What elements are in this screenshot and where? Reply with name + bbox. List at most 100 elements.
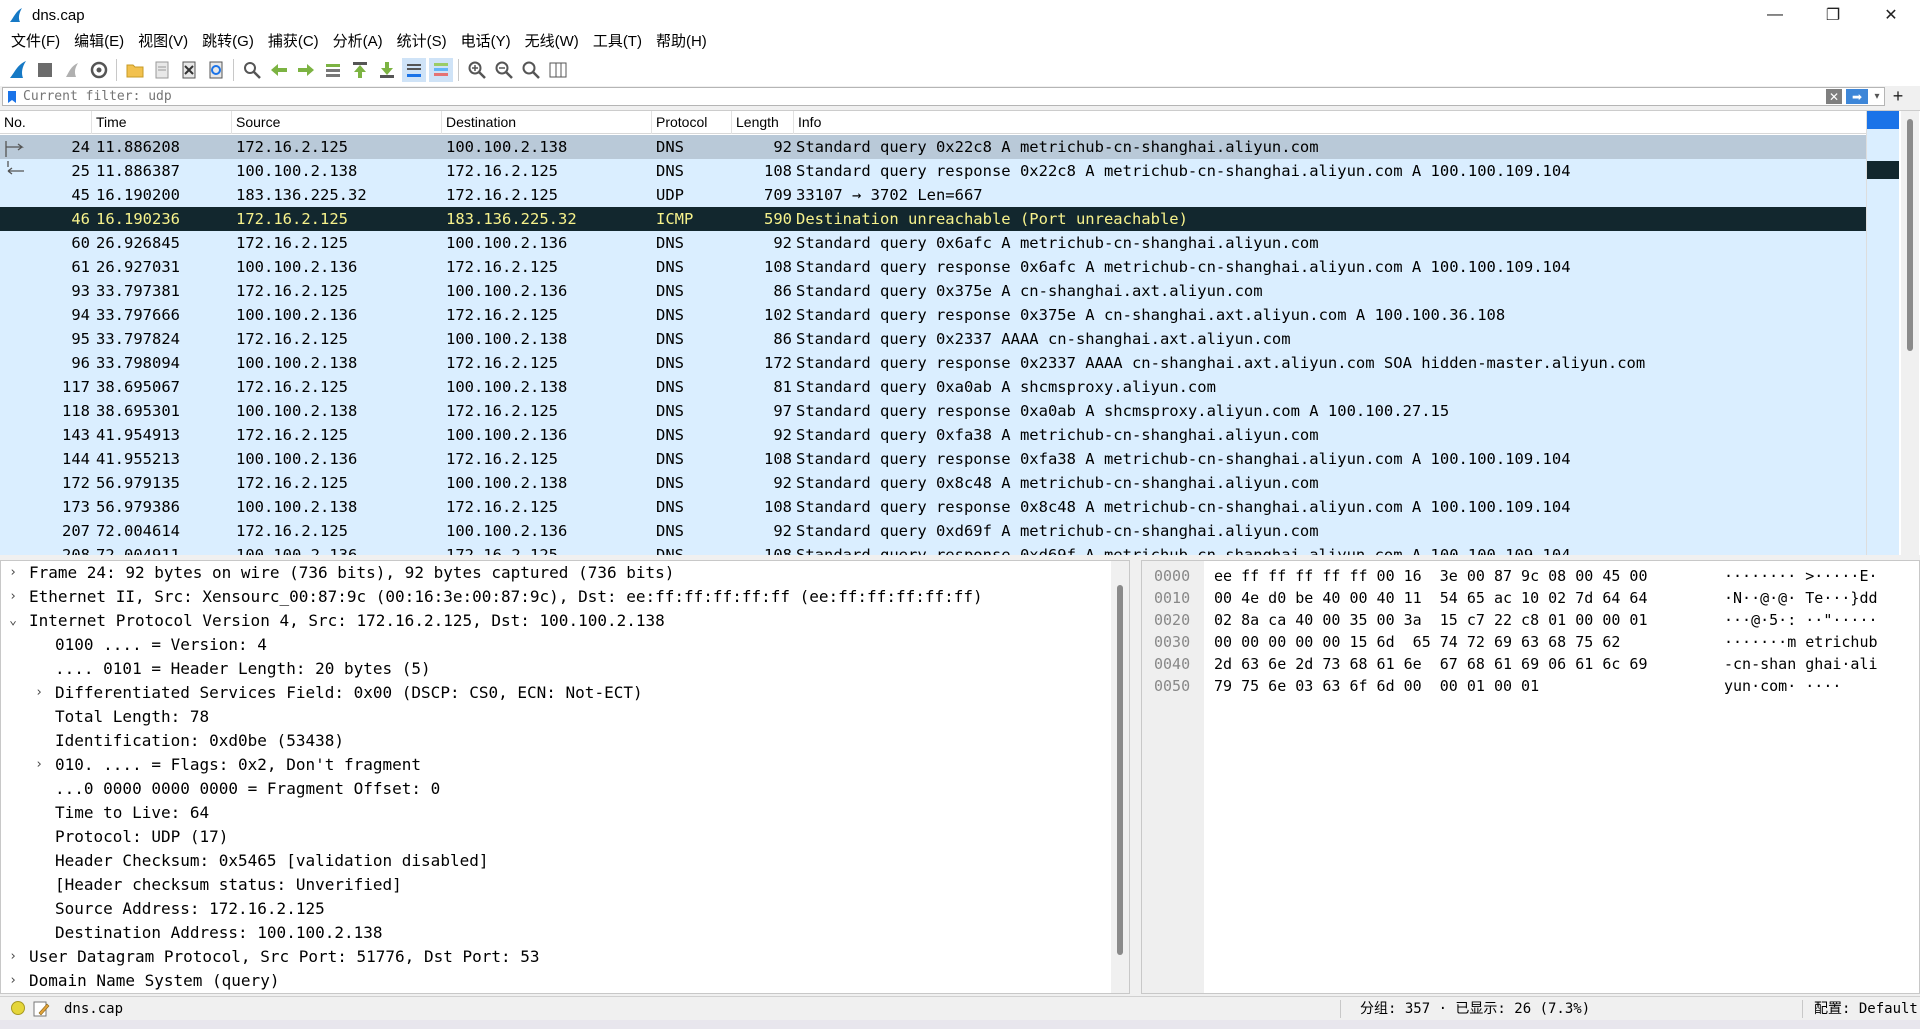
hex-ascii[interactable]: -cn-shan ghai·ali: [1724, 653, 1878, 675]
menu-statistics[interactable]: 统计(S): [390, 30, 454, 54]
tree-item[interactable]: › Frame 24: 92 bytes on wire (736 bits), …: [1, 561, 1129, 585]
expanded-chevron-icon[interactable]: ⌄: [5, 609, 21, 633]
tree-item[interactable]: › Ethernet II, Src: Xensourc_00:87:9c (00…: [1, 585, 1129, 609]
packet-row[interactable]: 172 56.979135 172.16.2.125 100.100.2.138 DNS…: [0, 471, 1866, 495]
details-vscroll[interactable]: [1111, 561, 1129, 993]
collapsed-chevron-icon[interactable]: ›: [5, 585, 21, 609]
packet-list-scrollbar[interactable]: [1866, 111, 1920, 555]
reload-icon[interactable]: [204, 58, 228, 82]
shark-fin-start-icon[interactable]: [6, 58, 30, 82]
resize-columns-icon[interactable]: [546, 58, 570, 82]
hex-ascii[interactable]: ········ >·····E·: [1724, 565, 1878, 587]
packet-row[interactable]: 144 41.955213 100.100.2.136 172.16.2.125 DNS…: [0, 447, 1866, 471]
back-icon[interactable]: [267, 58, 291, 82]
tree-item[interactable]: › User Datagram Protocol, Src Port: 51776…: [1, 945, 1129, 969]
hex-bytes[interactable]: 00 4e d0 be 40 00 40 11 54 65 ac 10 02 7…: [1214, 587, 1647, 609]
collapsed-chevron-icon[interactable]: ›: [31, 753, 47, 777]
zoom-out-icon[interactable]: [492, 58, 516, 82]
tree-item[interactable]: › Differentiated Services Field: 0x00 (DS…: [1, 681, 1129, 705]
menu-view[interactable]: 视图(V): [131, 30, 195, 54]
packet-list-vscroll[interactable]: [1901, 111, 1919, 555]
normal-size-icon[interactable]: [519, 58, 543, 82]
column-header-destination[interactable]: Destination: [442, 111, 652, 134]
hex-ascii[interactable]: ·N··@·@· Te···}dd: [1724, 587, 1878, 609]
packet-row[interactable]: 207 72.004614 172.16.2.125 100.100.2.136 DNS…: [0, 519, 1866, 543]
packet-row[interactable]: 60 26.926845 172.16.2.125 100.100.2.136 DNS 9…: [0, 231, 1866, 255]
tree-item[interactable]: Identification: 0xd0be (53438): [1, 729, 1129, 753]
tree-item[interactable]: Source Address: 172.16.2.125: [1, 897, 1129, 921]
stop-icon[interactable]: [33, 58, 57, 82]
restart-icon[interactable]: [60, 58, 84, 82]
tree-item[interactable]: ⌄ Internet Protocol Version 4, Src: 172.1…: [1, 609, 1129, 633]
minimize-button[interactable]: —: [1746, 0, 1804, 30]
scroll-thumb[interactable]: [1907, 119, 1913, 351]
forward-icon[interactable]: [294, 58, 318, 82]
hex-bytes[interactable]: 2d 63 6e 2d 73 68 61 6e 67 68 61 69 06 6…: [1214, 653, 1647, 675]
hex-ascii[interactable]: yun·com· ····: [1724, 675, 1841, 697]
last-packet-icon[interactable]: [375, 58, 399, 82]
tree-item[interactable]: Time to Live: 64: [1, 801, 1129, 825]
open-folder-icon[interactable]: [123, 58, 147, 82]
packet-row[interactable]: 143 41.954913 172.16.2.125 100.100.2.136 DNS…: [0, 423, 1866, 447]
bookmark-icon[interactable]: [5, 88, 19, 105]
hex-bytes[interactable]: 79 75 6e 03 63 6f 6d 00 00 01 00 01: [1214, 675, 1539, 697]
find-icon[interactable]: [240, 58, 264, 82]
restore-button[interactable]: ❐: [1804, 0, 1862, 30]
packet-row[interactable]: 95 33.797824 172.16.2.125 100.100.2.138 DNS 8…: [0, 327, 1866, 351]
collapsed-chevron-icon[interactable]: ›: [5, 945, 21, 969]
packet-row[interactable]: 173 56.979386 100.100.2.138 172.16.2.125 DNS…: [0, 495, 1866, 519]
tree-item[interactable]: › Domain Name System (query): [1, 969, 1129, 993]
clear-filter-button[interactable]: ✕: [1826, 89, 1842, 104]
hex-ascii[interactable]: ·······m etrichub: [1724, 631, 1878, 653]
column-header-time[interactable]: Time: [92, 111, 232, 134]
capture-options-icon[interactable]: [87, 58, 111, 82]
menu-analyze[interactable]: 分析(A): [326, 30, 390, 54]
filter-history-dropdown[interactable]: ▾: [1870, 89, 1884, 104]
packet-row[interactable]: 24 11.886208 172.16.2.125 100.100.2.138 DNS 9…: [0, 135, 1866, 159]
close-window-button[interactable]: ✕: [1862, 0, 1920, 30]
hex-bytes[interactable]: ee ff ff ff ff ff 00 16 3e 00 87 9c 08 0…: [1214, 565, 1647, 587]
packet-row[interactable]: 45 16.190200 183.136.225.32 172.16.2.125 UDP…: [0, 183, 1866, 207]
tree-item[interactable]: › 010. .... = Flags: 0x2, Don't fragment: [1, 753, 1129, 777]
menu-capture[interactable]: 捕获(C): [261, 30, 326, 54]
zoom-in-icon[interactable]: [465, 58, 489, 82]
column-header-no[interactable]: No.: [0, 111, 92, 134]
collapsed-chevron-icon[interactable]: ›: [31, 681, 47, 705]
menu-wireless[interactable]: 无线(W): [518, 30, 586, 54]
scroll-thumb[interactable]: [1117, 585, 1123, 955]
apply-filter-button[interactable]: ➡: [1846, 89, 1868, 104]
menu-tools[interactable]: 工具(T): [586, 30, 649, 54]
goto-packet-icon[interactable]: [321, 58, 345, 82]
capture-comment-icon[interactable]: [32, 1000, 50, 1018]
tree-item[interactable]: .... 0101 = Header Length: 20 bytes (5): [1, 657, 1129, 681]
column-header-length[interactable]: Length: [732, 111, 794, 134]
tree-item[interactable]: Protocol: UDP (17): [1, 825, 1129, 849]
packet-row[interactable]: 94 33.797666 100.100.2.136 172.16.2.125 DNS 1…: [0, 303, 1866, 327]
colorize-icon[interactable]: [428, 58, 453, 82]
packet-row[interactable]: 61 26.927031 100.100.2.136 172.16.2.125 DNS 1…: [0, 255, 1866, 279]
tree-item[interactable]: [Header checksum status: Unverified]: [1, 873, 1129, 897]
tree-item[interactable]: Total Length: 78: [1, 705, 1129, 729]
add-filter-button-icon[interactable]: +: [1888, 86, 1908, 106]
column-header-info[interactable]: Info: [794, 111, 1866, 134]
packet-minimap[interactable]: [1867, 111, 1899, 555]
collapsed-chevron-icon[interactable]: ›: [5, 969, 21, 993]
menu-file[interactable]: 文件(F): [4, 30, 67, 54]
packet-row[interactable]: 25 11.886387 100.100.2.138 172.16.2.125 DNS 1…: [0, 159, 1866, 183]
packet-row[interactable]: 117 38.695067 172.16.2.125 100.100.2.138 DNS…: [0, 375, 1866, 399]
save-icon[interactable]: [150, 58, 174, 82]
tree-item[interactable]: Header Checksum: 0x5465 [validation disa…: [1, 849, 1129, 873]
menu-go[interactable]: 跳转(G): [195, 30, 261, 54]
first-packet-icon[interactable]: [348, 58, 372, 82]
menu-telephony[interactable]: 电话(Y): [454, 30, 518, 54]
packet-row[interactable]: 46 16.190236 172.16.2.125 183.136.225.32 ICM…: [0, 207, 1866, 231]
expert-info-led-icon[interactable]: [11, 1001, 25, 1015]
tree-item[interactable]: 0100 .... = Version: 4: [1, 633, 1129, 657]
hex-bytes[interactable]: 02 8a ca 40 00 35 00 3a 15 c7 22 c8 01 0…: [1214, 609, 1647, 631]
tree-item[interactable]: Destination Address: 100.100.2.138: [1, 921, 1129, 945]
column-header-source[interactable]: Source: [232, 111, 442, 134]
packet-row[interactable]: 208 72.004911 100.100.2.136 172.16.2.125 DNS…: [0, 543, 1866, 555]
status-profile[interactable]: 配置: Default: [1814, 997, 1918, 1021]
column-header-protocol[interactable]: Protocol: [652, 111, 732, 134]
tree-item[interactable]: ...0 0000 0000 0000 = Fragment Offset: 0: [1, 777, 1129, 801]
